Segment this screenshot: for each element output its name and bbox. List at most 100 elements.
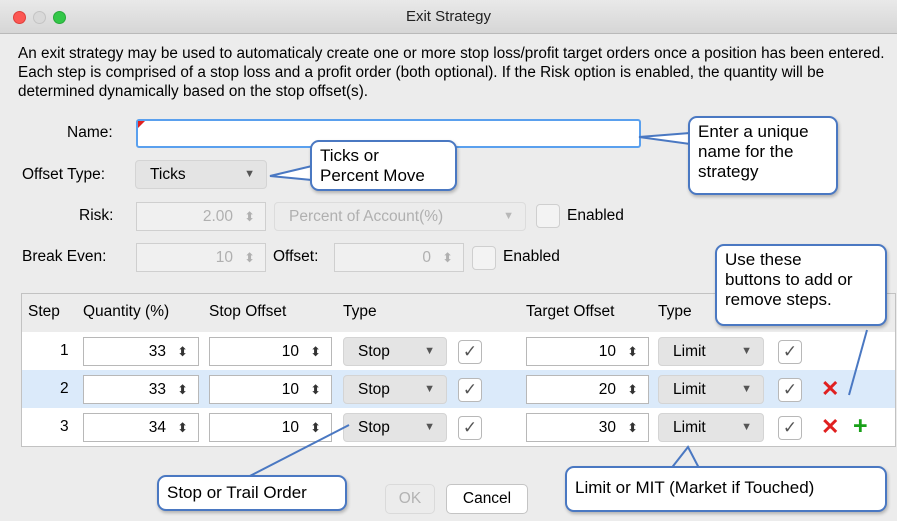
- break-even-enabled-checkbox[interactable]: [472, 246, 496, 270]
- quantity-value: 34: [148, 419, 166, 436]
- chevron-down-icon: ▼: [244, 168, 255, 180]
- spinner-arrows-icon[interactable]: ⬍: [310, 414, 321, 441]
- ticks-callout-line: Percent Move: [320, 166, 425, 185]
- name-callout-line: Enter a unique: [698, 122, 809, 141]
- chevron-down-icon: ▼: [424, 345, 435, 357]
- spinner-arrows-icon[interactable]: ⬍: [177, 414, 188, 441]
- stop-callout: Stop or Trail Order: [157, 475, 347, 511]
- target-type-dropdown[interactable]: Limit ▼: [658, 375, 764, 404]
- required-marker-icon: [138, 121, 145, 128]
- spinner-arrows-icon[interactable]: ⬍: [310, 376, 321, 403]
- chevron-down-icon: ▼: [503, 210, 514, 222]
- window-title: Exit Strategy: [405, 8, 492, 25]
- ticks-callout-pointer: [269, 164, 313, 182]
- description-text: An exit strategy may be used to automati…: [18, 45, 885, 100]
- steps-callout-line: Use these: [725, 250, 802, 269]
- check-icon: ✓: [782, 342, 798, 361]
- break-even-value: 10: [215, 249, 233, 266]
- stop-enabled-checkbox[interactable]: ✓: [458, 416, 482, 440]
- break-even-input[interactable]: 10 ⬍: [136, 243, 266, 272]
- name-callout-pointer: [638, 131, 691, 146]
- quantity-input[interactable]: 33 ⬍: [83, 337, 199, 366]
- offset-label: Offset:: [273, 248, 319, 265]
- steps-callout-line: remove steps.: [725, 290, 832, 309]
- remove-step-icon[interactable]: ✕: [821, 378, 839, 400]
- target-type-dropdown[interactable]: Limit ▼: [658, 413, 764, 442]
- stop-type-value: Stop: [358, 419, 390, 436]
- spinner-arrows-icon[interactable]: ⬍: [244, 244, 255, 271]
- table-row[interactable]: 3 34 ⬍ 10 ⬍ Stop ▼ ✓ 30 ⬍ Limit ▼ ✓ ✕ +: [22, 408, 895, 446]
- name-callout-line: strategy: [698, 162, 759, 181]
- risk-enabled-checkbox[interactable]: [536, 204, 560, 228]
- offset-type-value: Ticks: [150, 166, 186, 183]
- step-number: 3: [60, 418, 69, 435]
- spinner-arrows-icon[interactable]: ⬍: [442, 244, 453, 271]
- header-stop-offset: Stop Offset: [209, 303, 287, 320]
- risk-mode-dropdown[interactable]: Percent of Account(%) ▼: [274, 202, 526, 231]
- target-enabled-checkbox[interactable]: ✓: [778, 378, 802, 402]
- risk-label: Risk:: [79, 207, 114, 224]
- name-callout-line: name for the: [698, 142, 794, 161]
- spinner-arrows-icon[interactable]: ⬍: [627, 376, 638, 403]
- header-target-offset: Target Offset: [526, 303, 615, 320]
- stop-type-dropdown[interactable]: Stop ▼: [343, 413, 447, 442]
- break-even-enabled-label: Enabled: [503, 248, 560, 265]
- target-type-value: Limit: [673, 381, 706, 398]
- quantity-input[interactable]: 33 ⬍: [83, 375, 199, 404]
- break-even-offset-input[interactable]: 0 ⬍: [334, 243, 464, 272]
- risk-mode-value: Percent of Account(%): [289, 208, 444, 225]
- target-type-dropdown[interactable]: Limit ▼: [658, 337, 764, 366]
- title-bar: Exit Strategy: [0, 0, 897, 34]
- ticks-callout-line: Ticks or: [320, 146, 379, 165]
- check-icon: ✓: [462, 342, 478, 361]
- spinner-arrows-icon[interactable]: ⬍: [627, 414, 638, 441]
- remove-step-icon[interactable]: ✕: [821, 416, 839, 438]
- spinner-arrows-icon[interactable]: ⬍: [310, 338, 321, 365]
- name-label: Name:: [67, 124, 113, 141]
- header-step: Step: [28, 303, 60, 320]
- name-callout: Enter a unique name for the strategy: [688, 116, 838, 195]
- risk-value: 2.00: [202, 208, 233, 225]
- ok-button[interactable]: OK: [385, 484, 435, 514]
- stop-offset-input[interactable]: 10 ⬍: [209, 337, 332, 366]
- table-row[interactable]: 1 33 ⬍ 10 ⬍ Stop ▼ ✓ 10 ⬍ Limit ▼ ✓: [22, 332, 895, 370]
- spinner-arrows-icon[interactable]: ⬍: [177, 338, 188, 365]
- stop-type-value: Stop: [358, 343, 390, 360]
- spinner-arrows-icon[interactable]: ⬍: [177, 376, 188, 403]
- add-step-icon[interactable]: +: [853, 414, 868, 439]
- stop-type-value: Stop: [358, 381, 390, 398]
- stop-type-dropdown[interactable]: Stop ▼: [343, 375, 447, 404]
- target-offset-input[interactable]: 20 ⬍: [526, 375, 649, 404]
- quantity-value: 33: [148, 343, 166, 360]
- risk-input[interactable]: 2.00 ⬍: [136, 202, 266, 231]
- chevron-down-icon: ▼: [741, 421, 752, 433]
- step-number: 2: [60, 380, 69, 397]
- stop-type-dropdown[interactable]: Stop ▼: [343, 337, 447, 366]
- chevron-down-icon: ▼: [424, 383, 435, 395]
- target-type-value: Limit: [673, 419, 706, 436]
- table-row-selected[interactable]: 2 33 ⬍ 10 ⬍ Stop ▼ ✓ 20 ⬍ Limit ▼ ✓ ✕: [22, 370, 895, 408]
- spinner-arrows-icon[interactable]: ⬍: [244, 203, 255, 230]
- target-enabled-checkbox[interactable]: ✓: [778, 416, 802, 440]
- stop-offset-input[interactable]: 10 ⬍: [209, 375, 332, 404]
- target-offset-value: 20: [598, 381, 616, 398]
- stop-enabled-checkbox[interactable]: ✓: [458, 378, 482, 402]
- chevron-down-icon: ▼: [741, 383, 752, 395]
- target-enabled-checkbox[interactable]: ✓: [778, 340, 802, 364]
- stop-offset-input[interactable]: 10 ⬍: [209, 413, 332, 442]
- chevron-down-icon: ▼: [424, 421, 435, 433]
- offset-type-dropdown[interactable]: Ticks ▼: [135, 160, 267, 189]
- check-icon: ✓: [462, 380, 478, 399]
- target-offset-input[interactable]: 10 ⬍: [526, 337, 649, 366]
- spinner-arrows-icon[interactable]: ⬍: [627, 338, 638, 365]
- stop-enabled-checkbox[interactable]: ✓: [458, 340, 482, 364]
- target-offset-input[interactable]: 30 ⬍: [526, 413, 649, 442]
- quantity-input[interactable]: 34 ⬍: [83, 413, 199, 442]
- check-icon: ✓: [462, 418, 478, 437]
- cancel-button[interactable]: Cancel: [446, 484, 528, 514]
- check-icon: ✓: [782, 380, 798, 399]
- chevron-down-icon: ▼: [741, 345, 752, 357]
- offset-type-label: Offset Type:: [22, 166, 106, 183]
- target-type-value: Limit: [673, 343, 706, 360]
- ticks-callout: Ticks or Percent Move: [310, 140, 457, 191]
